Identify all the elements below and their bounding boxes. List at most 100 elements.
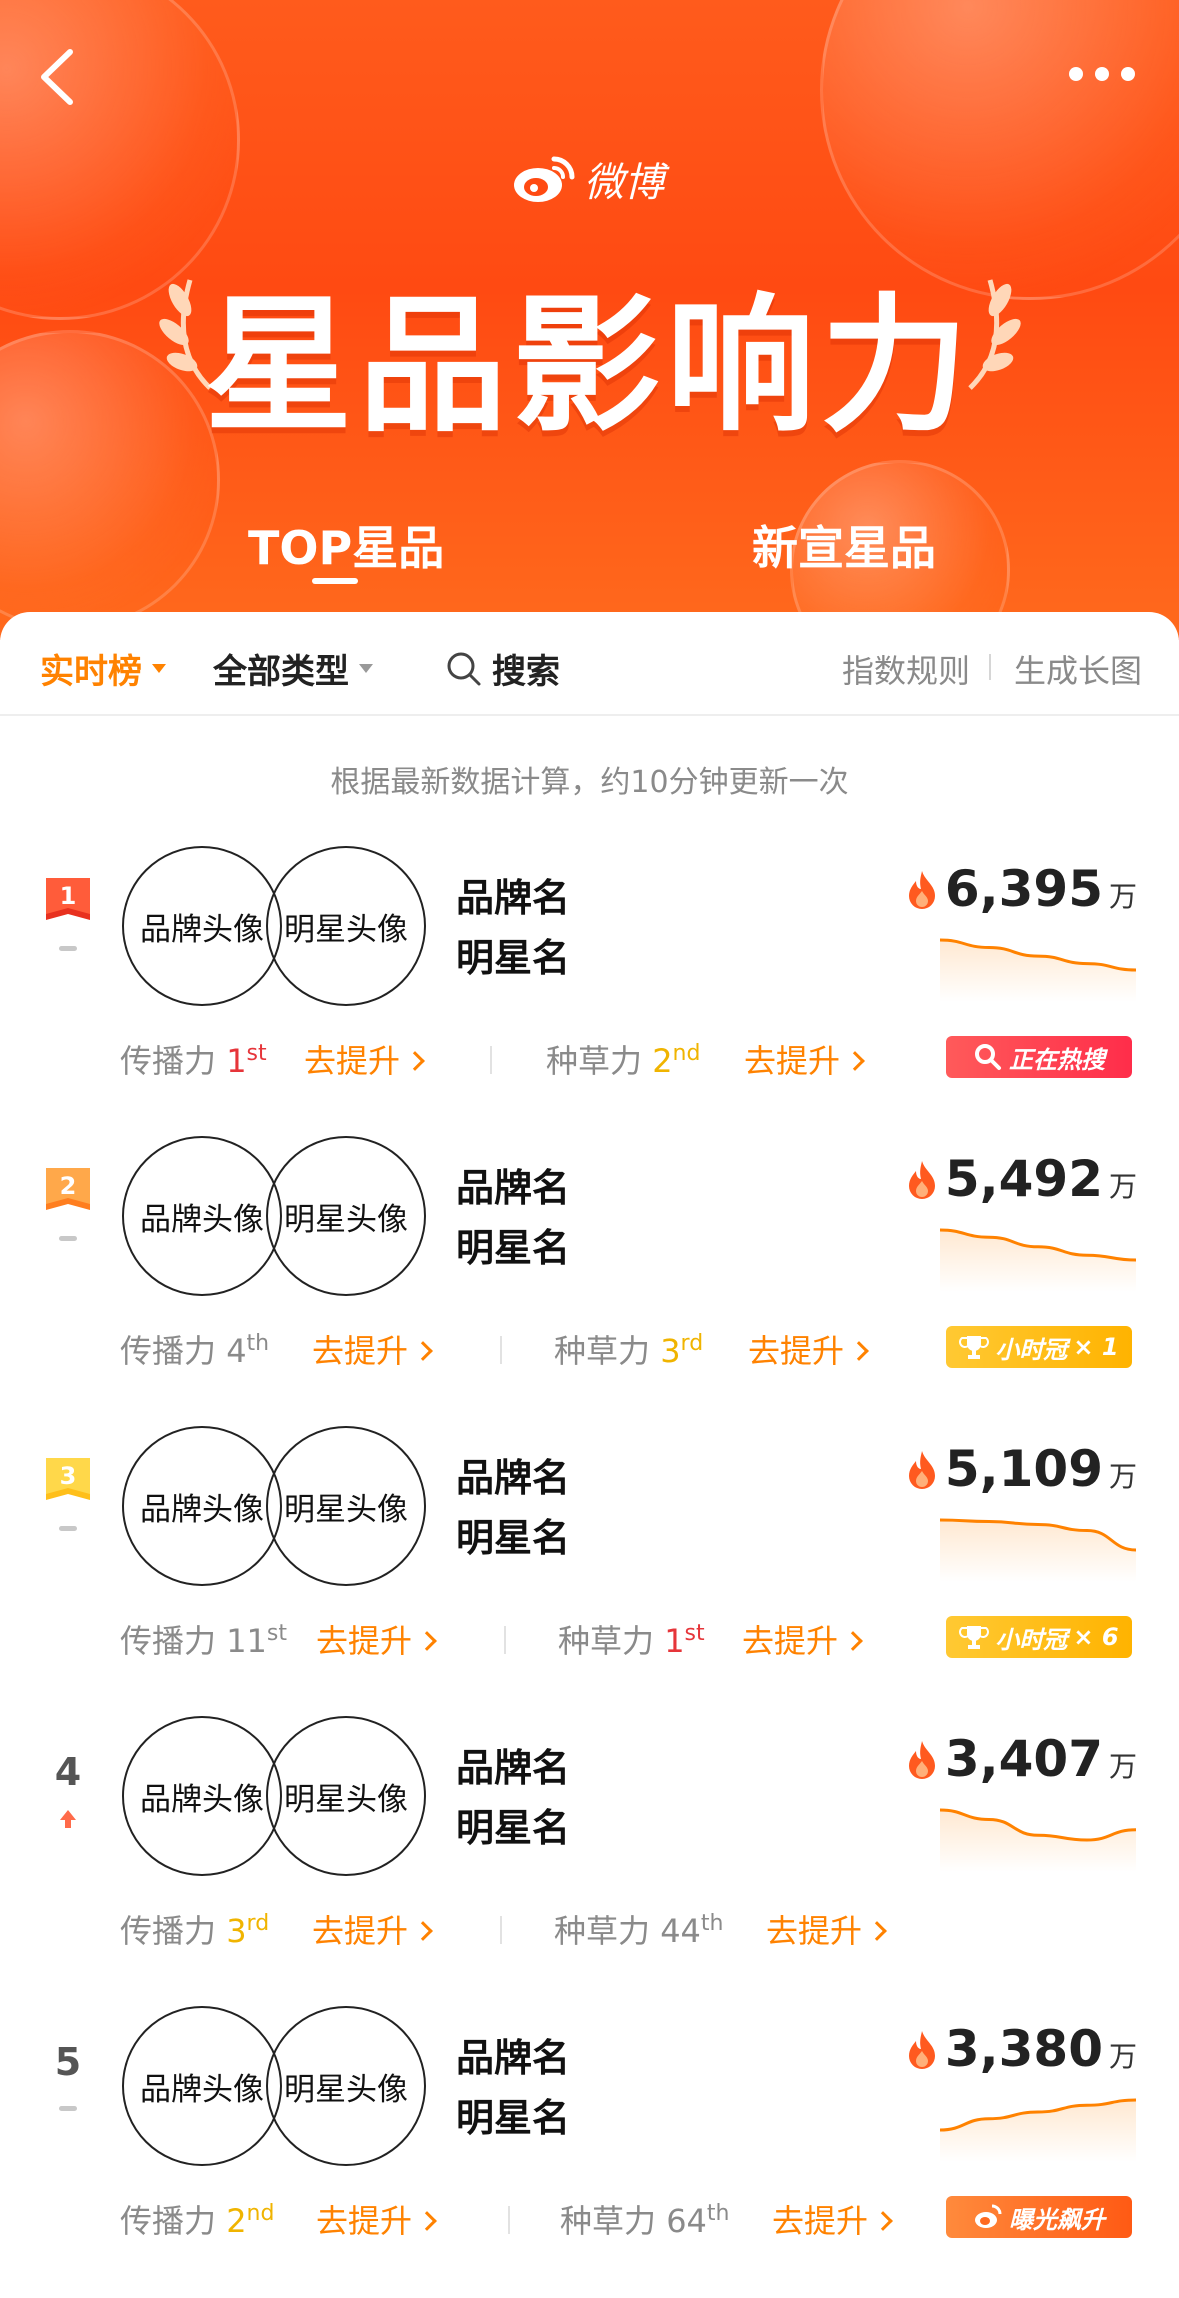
- score-unit: 万: [1108, 2040, 1137, 2073]
- rules-link[interactable]: 指数规则: [842, 646, 970, 692]
- star-avatar[interactable]: 明星头像: [266, 846, 426, 1006]
- grass-rank: 2nd: [652, 1041, 700, 1080]
- spread-rank-number: 4: [226, 1332, 247, 1370]
- brand-avatar[interactable]: 品牌头像: [122, 1136, 282, 1296]
- improve-spread-button[interactable]: 去提升: [304, 1036, 425, 1082]
- brand-name: 品牌名: [456, 876, 571, 920]
- filter-bar: 实时榜 全部类型 搜索 指数规则 生成长图: [0, 612, 1179, 716]
- star-name: 明星名: [456, 1226, 571, 1270]
- improve-label: 去提升: [316, 1622, 413, 1660]
- long-image-link[interactable]: 生成长图: [1014, 646, 1142, 692]
- grass-label: 种草力: [560, 2202, 657, 2240]
- spread-rank: 1st: [226, 1041, 267, 1080]
- trend-flat-icon: [59, 946, 77, 951]
- grass-rank-number: 2: [652, 1042, 673, 1080]
- improve-grass-button[interactable]: 去提升: [744, 1036, 865, 1082]
- ranking-panel: 实时榜 全部类型 搜索 指数规则 生成长图 根据最新数据计算，约10分钟更新一次: [0, 612, 1179, 2298]
- spread-label: 传播力: [120, 1622, 217, 1660]
- score-block: 6,395 万: [905, 860, 1137, 918]
- ranking-row[interactable]: 3 品牌头像 明星头像 品牌名 明星名 5,109 万 传播力 11st 去提升…: [0, 1426, 1179, 1716]
- more-button[interactable]: [1069, 62, 1139, 86]
- improve-grass-button[interactable]: 去提升: [766, 1906, 887, 1952]
- status-badge[interactable]: 小时冠 × 1: [946, 1326, 1132, 1368]
- rank-medal: 3: [40, 1454, 96, 1510]
- chevron-right-icon: [413, 1341, 433, 1361]
- trend-flat-icon: [59, 1526, 77, 1531]
- board-dropdown[interactable]: 实时榜: [40, 644, 166, 693]
- score-block: 5,109 万: [905, 1440, 1137, 1498]
- logo-text: 微博: [584, 160, 664, 206]
- status-badge[interactable]: 小时冠 × 6: [946, 1616, 1132, 1658]
- tab-top[interactable]: TOP星品: [248, 512, 444, 578]
- star-avatar-label: 明星头像: [284, 1781, 408, 1818]
- star-avatar[interactable]: 明星头像: [266, 2006, 426, 2166]
- spread-metric: 传播力 2nd: [120, 2196, 274, 2242]
- brand-avatar-label: 品牌头像: [140, 911, 264, 948]
- star-avatar[interactable]: 明星头像: [266, 1426, 426, 1586]
- sparkline-area: [940, 1520, 1136, 1582]
- ranking-row[interactable]: 1 品牌头像 明星头像 品牌名 明星名 6,395 万 传播力 1st 去提升 …: [0, 846, 1179, 1136]
- grass-metric: 种草力 44th: [554, 1906, 723, 1952]
- improve-spread-button[interactable]: 去提升: [316, 2196, 437, 2242]
- ranking-row[interactable]: 2 品牌头像 明星头像 品牌名 明星名 5,492 万 传播力 4th 去提升 …: [0, 1136, 1179, 1426]
- brand-avatar[interactable]: 品牌头像: [122, 1716, 282, 1876]
- caret-down-icon: [152, 664, 166, 673]
- grass-rank: 1st: [664, 1621, 704, 1660]
- ranking-row[interactable]: 4 品牌头像 明星头像 品牌名 明星名 3,407 万 传播力 3rd 去提升 …: [0, 1716, 1179, 2006]
- sparkline-area: [940, 1810, 1136, 1872]
- improve-spread-button[interactable]: 去提升: [312, 1906, 433, 1952]
- improve-grass-button[interactable]: 去提升: [742, 1616, 863, 1662]
- star-avatar[interactable]: 明星头像: [266, 1136, 426, 1296]
- score-value: 3,380: [944, 2020, 1103, 2078]
- grass-rank: 64th: [666, 2201, 729, 2240]
- star-avatar-label: 明星头像: [284, 2071, 408, 2108]
- tag-text: 小时冠: [995, 1335, 1068, 1364]
- names-block: 品牌名 明星名: [456, 2028, 570, 2148]
- score-block: 3,407 万: [905, 1730, 1137, 1788]
- improve-spread-button[interactable]: 去提升: [312, 1326, 433, 1372]
- grass-rank-number: 1: [664, 1622, 685, 1660]
- ranking-row[interactable]: 5 品牌头像 明星头像 品牌名 明星名 3,380 万 传播力 2nd 去提升 …: [0, 2006, 1179, 2296]
- tag-text: 小时冠: [995, 1625, 1068, 1654]
- star-name: 明星名: [456, 936, 571, 980]
- back-button[interactable]: [30, 42, 90, 112]
- names-block: 品牌名 明星名: [456, 1448, 570, 1568]
- improve-label: 去提升: [312, 1912, 409, 1950]
- ellipsis-dot: [1095, 67, 1109, 81]
- brand-avatar[interactable]: 品牌头像: [122, 846, 282, 1006]
- tab-new[interactable]: 新宣星品: [752, 512, 936, 578]
- chevron-right-icon: [417, 1631, 437, 1651]
- improve-grass-button[interactable]: 去提升: [772, 2196, 893, 2242]
- brand-avatar[interactable]: 品牌头像: [122, 1426, 282, 1586]
- search-label: 搜索: [492, 652, 560, 692]
- score-value: 3,407: [944, 1730, 1103, 1788]
- score-unit: 万: [1108, 1170, 1137, 1203]
- score-unit: 万: [1108, 1750, 1137, 1783]
- status-badge[interactable]: 正在热搜: [946, 1036, 1132, 1078]
- rank-medal: 2: [40, 1164, 96, 1220]
- chevron-right-icon: [845, 1051, 865, 1071]
- score-value: 5,109: [944, 1440, 1103, 1498]
- search-button[interactable]: 搜索: [446, 644, 560, 693]
- score-value: 5,492: [944, 1150, 1103, 1208]
- ellipsis-dot: [1121, 67, 1135, 81]
- spread-rank-number: 1: [226, 1042, 247, 1080]
- trend-flat-icon: [59, 1236, 77, 1241]
- chevron-right-icon: [843, 1631, 863, 1651]
- category-dropdown[interactable]: 全部类型: [213, 644, 373, 693]
- spread-rank-suffix: st: [246, 1041, 267, 1066]
- star-avatar[interactable]: 明星头像: [266, 1716, 426, 1876]
- divider: [989, 654, 991, 680]
- names-block: 品牌名 明星名: [456, 1738, 570, 1858]
- spread-rank: 4th: [226, 1331, 269, 1370]
- trophy-icon: [959, 1336, 990, 1359]
- improve-grass-button[interactable]: 去提升: [748, 1326, 869, 1372]
- improve-spread-button[interactable]: 去提升: [316, 1616, 437, 1662]
- flame-icon: [908, 1161, 935, 1199]
- spread-rank: 11st: [226, 1621, 287, 1660]
- improve-label: 去提升: [312, 1332, 409, 1370]
- brand-avatar[interactable]: 品牌头像: [122, 2006, 282, 2166]
- score-unit: 万: [1108, 1460, 1137, 1493]
- status-badge[interactable]: 曝光飙升: [946, 2196, 1132, 2238]
- grass-rank: 3rd: [660, 1331, 703, 1370]
